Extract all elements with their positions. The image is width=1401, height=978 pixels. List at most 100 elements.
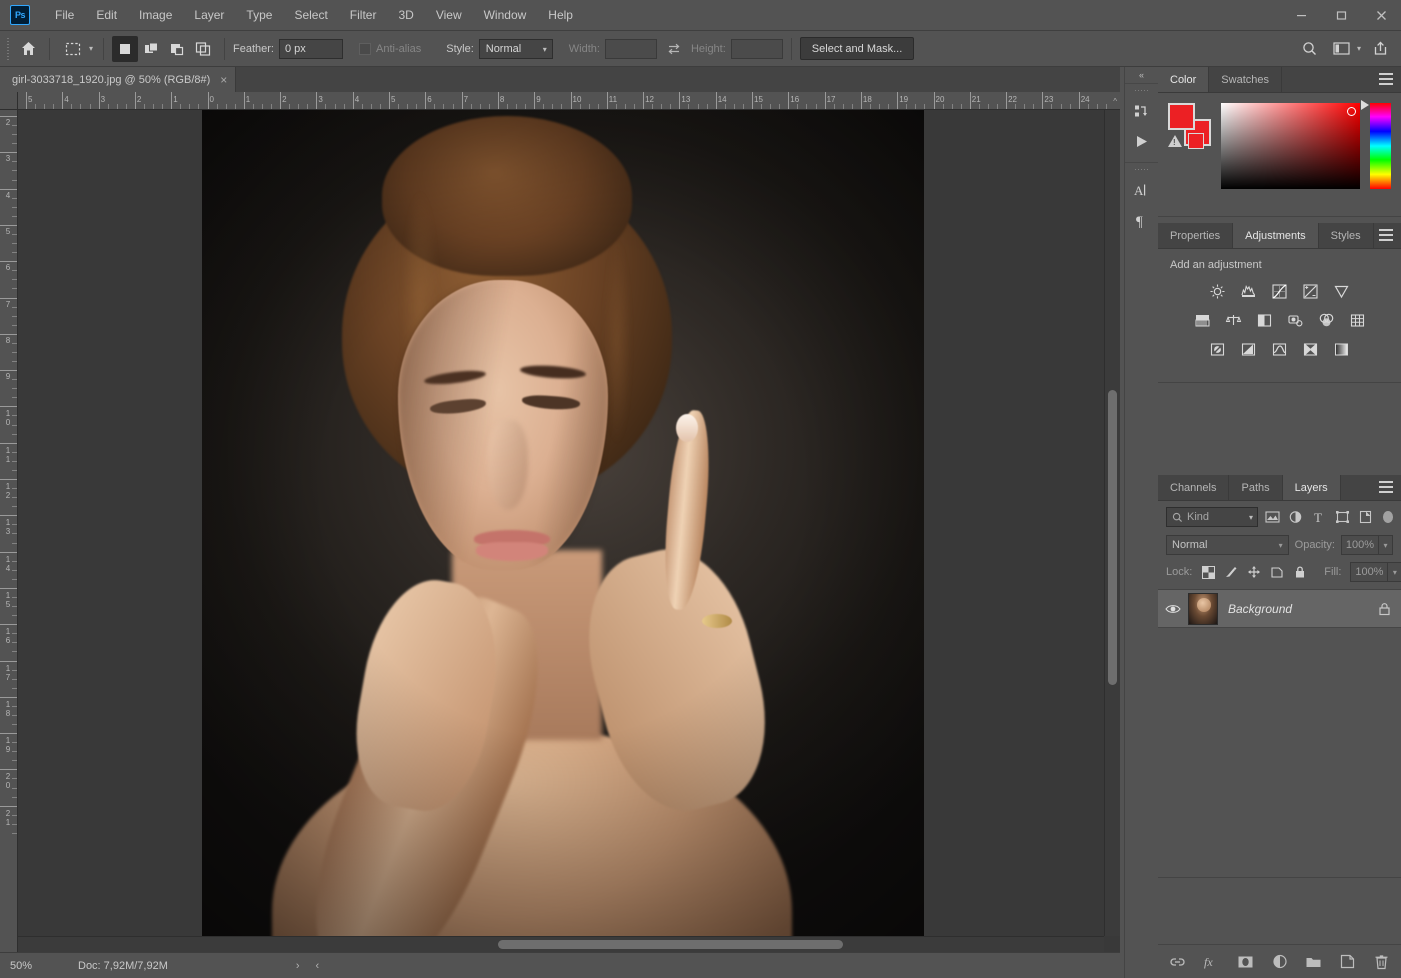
lock-icon[interactable] — [1367, 602, 1401, 616]
ruler-collapse-chevron-icon[interactable]: ^ — [1113, 97, 1117, 106]
new-fill-adjustment-layer-icon[interactable] — [1270, 952, 1290, 972]
lock-position-icon[interactable] — [1247, 564, 1261, 580]
minimize-button[interactable] — [1281, 0, 1321, 31]
panel-menu-icon[interactable] — [1379, 229, 1393, 241]
fill-chevron-down-icon[interactable]: ▾ — [1388, 562, 1401, 582]
workspace-switcher-icon[interactable] — [1329, 36, 1355, 62]
menu-item-type[interactable]: Type — [235, 4, 283, 26]
tab-paths[interactable]: Paths — [1229, 475, 1282, 500]
filter-type-icon[interactable]: T — [1311, 507, 1328, 527]
tab-styles[interactable]: Styles — [1319, 223, 1374, 248]
height-input[interactable] — [731, 39, 783, 59]
portrait-photo[interactable] — [202, 110, 924, 936]
maximize-button[interactable] — [1321, 0, 1361, 31]
share-icon[interactable] — [1367, 36, 1393, 62]
rectangular-marquee-icon[interactable] — [60, 36, 86, 62]
add-to-selection-button[interactable] — [138, 36, 164, 62]
photo-filter-icon[interactable] — [1285, 310, 1305, 330]
opacity-control[interactable]: 100% ▾ — [1341, 535, 1393, 555]
curves-icon[interactable] — [1270, 281, 1290, 301]
gamut-alternate-swatch[interactable] — [1188, 133, 1204, 149]
threshold-icon[interactable] — [1270, 339, 1290, 359]
lock-image-pixels-icon[interactable] — [1224, 564, 1238, 580]
menu-item-help[interactable]: Help — [537, 4, 584, 26]
new-group-icon[interactable] — [1304, 952, 1324, 972]
selective-color-icon[interactable] — [1332, 339, 1352, 359]
subtract-from-selection-button[interactable] — [164, 36, 190, 62]
brightness-contrast-icon[interactable] — [1208, 281, 1228, 301]
fill-value[interactable]: 100% — [1350, 562, 1388, 582]
character-panel-icon[interactable]: A — [1125, 175, 1158, 205]
dock-grip[interactable] — [1135, 88, 1149, 94]
menu-item-3d[interactable]: 3D — [387, 4, 424, 26]
anti-alias-box[interactable] — [359, 43, 371, 55]
color-balance-icon[interactable] — [1223, 310, 1243, 330]
filter-pixel-icon[interactable] — [1264, 507, 1281, 527]
options-bar-grip[interactable] — [6, 38, 11, 60]
add-layer-mask-icon[interactable] — [1236, 952, 1256, 972]
close-button[interactable] — [1361, 0, 1401, 31]
panel-menu-icon[interactable] — [1379, 73, 1393, 85]
hue-slider[interactable] — [1370, 103, 1391, 189]
opacity-chevron-down-icon[interactable]: ▾ — [1379, 535, 1393, 555]
fill-control[interactable]: 100% ▾ — [1350, 562, 1401, 582]
tab-swatches[interactable]: Swatches — [1209, 67, 1282, 92]
link-layers-icon[interactable] — [1168, 952, 1188, 972]
gradient-map-icon[interactable] — [1301, 339, 1321, 359]
actions-play-icon[interactable] — [1125, 126, 1158, 156]
layers-list[interactable]: Background — [1158, 590, 1401, 878]
levels-icon[interactable] — [1239, 281, 1259, 301]
blend-mode-select[interactable]: Normal ▾ — [1166, 535, 1289, 555]
menu-item-view[interactable]: View — [425, 4, 473, 26]
menu-item-layer[interactable]: Layer — [183, 4, 235, 26]
menu-item-window[interactable]: Window — [473, 4, 538, 26]
filter-adjustment-icon[interactable] — [1287, 507, 1304, 527]
filter-enable-toggle[interactable] — [1383, 511, 1393, 523]
layer-thumbnail-portrait[interactable] — [1188, 593, 1218, 625]
canvas-vertical-scrollbar[interactable] — [1104, 110, 1120, 936]
spectrum-picker-handle[interactable] — [1347, 107, 1356, 116]
menu-item-image[interactable]: Image — [128, 4, 183, 26]
swap-arrows-icon[interactable] — [661, 36, 687, 62]
history-icon[interactable] — [1125, 96, 1158, 126]
vibrance-icon[interactable] — [1332, 281, 1352, 301]
filter-shape-icon[interactable] — [1334, 507, 1351, 527]
paragraph-panel-icon[interactable]: ¶ — [1125, 205, 1158, 235]
intersect-with-selection-button[interactable] — [190, 36, 216, 62]
style-select[interactable]: Normal ▾ — [479, 39, 553, 59]
panel-menu-icon[interactable] — [1379, 481, 1393, 493]
table-row[interactable]: Background — [1158, 590, 1401, 628]
canvas-horizontal-scrollbar[interactable] — [18, 936, 1104, 952]
status-prev-arrow-icon[interactable]: ‹ — [308, 960, 328, 972]
delete-layer-icon[interactable] — [1372, 952, 1392, 972]
horizontal-scroll-thumb[interactable] — [498, 940, 843, 949]
canvas-viewport[interactable] — [18, 110, 1104, 936]
out-of-gamut-warning[interactable] — [1168, 133, 1204, 149]
opacity-value[interactable]: 100% — [1341, 535, 1379, 555]
double-chevron-left-icon[interactable]: « — [1125, 67, 1158, 83]
hue-saturation-icon[interactable] — [1192, 310, 1212, 330]
filter-smart-object-icon[interactable] — [1357, 507, 1374, 527]
close-icon[interactable]: × — [220, 73, 227, 87]
tab-channels[interactable]: Channels — [1158, 475, 1229, 500]
lock-artboard-nesting-icon[interactable] — [1270, 564, 1284, 580]
menu-item-select[interactable]: Select — [283, 4, 338, 26]
layer-style-fx-icon[interactable]: fx — [1202, 952, 1222, 972]
eye-icon[interactable] — [1158, 603, 1188, 615]
lock-all-icon[interactable] — [1293, 564, 1307, 580]
filter-kind-select[interactable]: Kind ▾ — [1166, 507, 1258, 527]
layer-name[interactable]: Background — [1228, 602, 1367, 616]
foreground-color-swatch[interactable] — [1168, 103, 1195, 130]
posterize-icon[interactable] — [1239, 339, 1259, 359]
home-icon[interactable] — [15, 36, 41, 62]
workspace-chevron-down-icon[interactable]: ▾ — [1357, 44, 1361, 53]
exposure-icon[interactable] — [1301, 281, 1321, 301]
vertical-ruler[interactable]: 23456789101112131415161718192021 — [0, 110, 18, 952]
invert-icon[interactable] — [1208, 339, 1228, 359]
vertical-scroll-thumb[interactable] — [1108, 390, 1117, 685]
dock-grip[interactable] — [1135, 167, 1149, 173]
ruler-corner[interactable] — [0, 92, 18, 110]
anti-alias-checkbox[interactable]: Anti-alias — [359, 43, 426, 55]
status-next-arrow-icon[interactable]: › — [288, 960, 308, 972]
feather-input[interactable]: 0 px — [279, 39, 343, 59]
